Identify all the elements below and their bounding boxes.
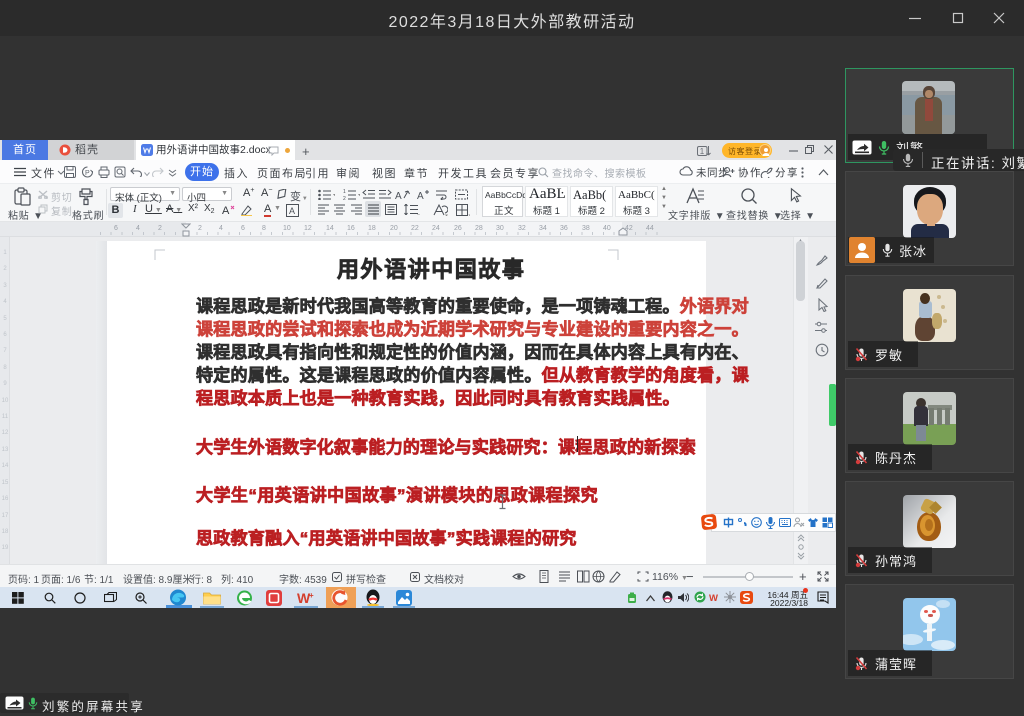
svg-text:2: 2	[343, 196, 346, 200]
svg-text:+: +	[309, 591, 314, 600]
svg-text:W: W	[709, 593, 718, 603]
svg-text:1: 1	[700, 147, 705, 156]
svg-text:A: A	[417, 191, 424, 200]
svg-text:1: 1	[343, 189, 346, 195]
svg-text:A: A	[222, 205, 230, 216]
svg-text:P: P	[85, 170, 90, 177]
svg-text:A: A	[289, 206, 295, 216]
svg-text:A: A	[395, 191, 402, 200]
